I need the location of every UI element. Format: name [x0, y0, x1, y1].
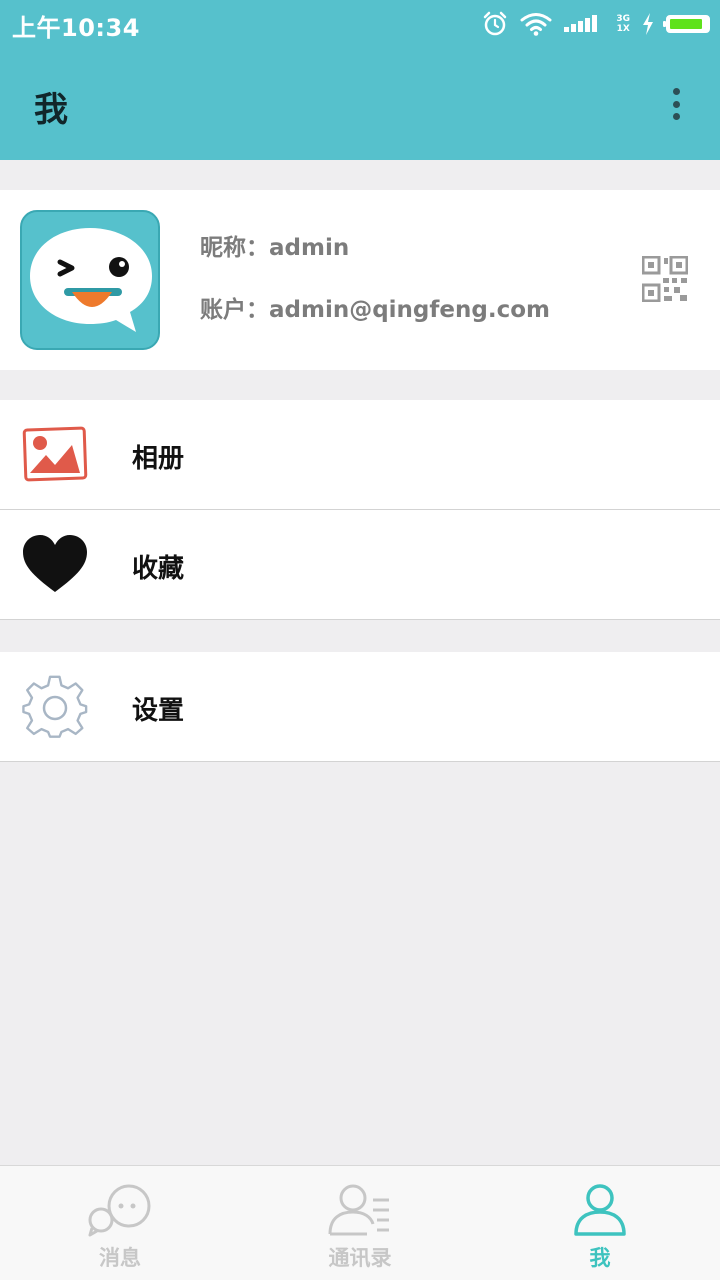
heart-icon [23, 535, 87, 592]
more-vertical-icon[interactable] [662, 84, 690, 124]
network-type: 3G 1X [616, 14, 630, 34]
signal-icon [564, 15, 598, 32]
status-bar: 上午10:34 3G 1X [0, 0, 720, 48]
menu-section-media: 相册 收藏 [0, 400, 720, 620]
menu-label-settings: 设置 [132, 696, 185, 726]
tab-contacts[interactable]: 通讯录 [240, 1166, 480, 1280]
tab-label-contacts: 通讯录 [328, 1246, 392, 1270]
tab-messages[interactable]: 消息 [0, 1166, 240, 1280]
menu-label-album: 相册 [132, 444, 185, 474]
tab-label-messages: 消息 [99, 1246, 141, 1270]
chat-bubbles-icon [88, 1184, 151, 1237]
nickname-value: admin [269, 235, 350, 261]
status-time: 上午10:34 [12, 14, 140, 42]
alarm-icon [484, 11, 507, 36]
nickname-row: 昵称：admin [200, 228, 349, 262]
menu-item-favorites[interactable]: 收藏 [0, 510, 720, 620]
menu-item-album[interactable]: 相册 [0, 400, 720, 510]
tab-me[interactable]: 我 [480, 1166, 720, 1280]
app-bar: 我 [0, 48, 720, 160]
account-row: 账户：admin@qingfeng.com [200, 290, 550, 324]
menu-section-settings: 设置 [0, 652, 720, 762]
page-title: 我 [34, 90, 68, 130]
status-icons: 3G 1X [482, 8, 710, 40]
profile-screen: 上午10:34 3G 1X 我 昵称：admin 账户：admin@qingfe… [0, 0, 720, 1280]
qr-code-icon[interactable] [642, 256, 688, 302]
nickname-label: 昵称： [200, 235, 269, 261]
gear-icon [22, 675, 88, 738]
avatar[interactable] [20, 210, 160, 350]
photo-album-icon [22, 426, 88, 482]
bottom-nav: 消息 通讯录 我 [0, 1165, 720, 1280]
menu-item-settings[interactable]: 设置 [0, 652, 720, 762]
profile-card[interactable]: 昵称：admin 账户：admin@qingfeng.com [0, 190, 720, 370]
menu-label-favorites: 收藏 [132, 554, 185, 584]
account-label: 账户： [200, 297, 269, 323]
person-icon [574, 1184, 626, 1236]
contacts-icon [328, 1184, 389, 1236]
account-value: admin@qingfeng.com [269, 297, 550, 323]
wifi-icon [520, 13, 552, 36]
charging-icon [643, 13, 653, 35]
battery-icon [663, 15, 710, 33]
tab-label-me: 我 [589, 1246, 611, 1270]
